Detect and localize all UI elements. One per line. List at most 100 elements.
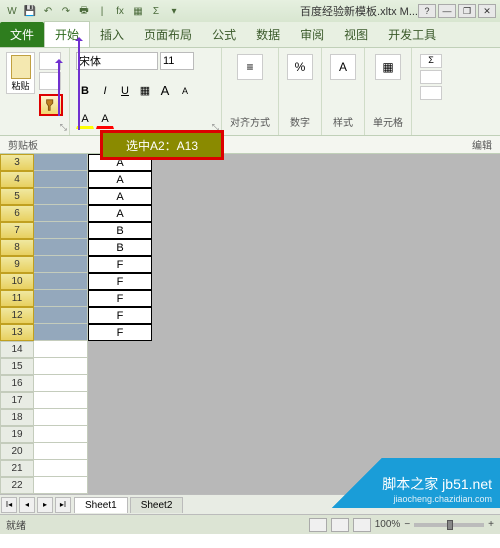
- row-header[interactable]: 13: [0, 324, 34, 341]
- row-header[interactable]: 10: [0, 273, 34, 290]
- cell[interactable]: F: [88, 256, 152, 273]
- zoom-level[interactable]: 100%: [375, 519, 401, 530]
- maximize-button[interactable]: ❐: [458, 4, 476, 18]
- cell[interactable]: A: [88, 188, 152, 205]
- row-header[interactable]: 22: [0, 477, 34, 494]
- cell-selected[interactable]: [34, 188, 88, 205]
- clear-button[interactable]: [420, 86, 442, 100]
- row-header[interactable]: 16: [0, 375, 34, 392]
- sheet-nav-prev[interactable]: ◂: [19, 497, 35, 513]
- cell-selected[interactable]: [34, 171, 88, 188]
- zoom-in-button[interactable]: +: [488, 519, 494, 530]
- fill-button[interactable]: [420, 70, 442, 84]
- redo-icon[interactable]: ↷: [58, 3, 74, 19]
- cell-selected[interactable]: [34, 324, 88, 341]
- row-header[interactable]: 21: [0, 460, 34, 477]
- tab-view[interactable]: 视图: [334, 22, 378, 47]
- row-header[interactable]: 20: [0, 443, 34, 460]
- sum-icon[interactable]: Σ: [148, 3, 164, 19]
- autosum-button[interactable]: Σ: [420, 54, 442, 68]
- view-break-button[interactable]: [353, 518, 371, 532]
- cell[interactable]: F: [88, 324, 152, 341]
- sheet-nav-next[interactable]: ▸: [37, 497, 53, 513]
- clipboard-expand-icon[interactable]: ⤡: [60, 122, 67, 133]
- cell[interactable]: [34, 426, 88, 443]
- sheet-tab-2[interactable]: Sheet2: [130, 497, 184, 513]
- cell[interactable]: [34, 460, 88, 477]
- font-name-select[interactable]: [76, 52, 158, 70]
- cell[interactable]: [34, 409, 88, 426]
- cell-selected[interactable]: [34, 222, 88, 239]
- cell[interactable]: [34, 358, 88, 375]
- cell-selected[interactable]: [34, 307, 88, 324]
- row-header[interactable]: 19: [0, 426, 34, 443]
- row-header[interactable]: 15: [0, 358, 34, 375]
- cell[interactable]: F: [88, 273, 152, 290]
- view-normal-button[interactable]: [309, 518, 327, 532]
- row-header[interactable]: 3: [0, 154, 34, 171]
- sheet-nav-first[interactable]: I◂: [1, 497, 17, 513]
- alignment-icon[interactable]: ≡: [237, 54, 263, 80]
- tab-page-layout[interactable]: 页面布局: [134, 22, 202, 47]
- cell-selected[interactable]: [34, 290, 88, 307]
- cell[interactable]: B: [88, 222, 152, 239]
- cell-selected[interactable]: [34, 239, 88, 256]
- table-icon[interactable]: ▦: [130, 3, 146, 19]
- font-color-button[interactable]: A: [96, 111, 114, 129]
- cell[interactable]: [34, 477, 88, 494]
- tab-file[interactable]: 文件: [0, 22, 44, 47]
- row-header[interactable]: 12: [0, 307, 34, 324]
- cell[interactable]: F: [88, 290, 152, 307]
- cells-icon[interactable]: ▦: [375, 54, 401, 80]
- spreadsheet-grid[interactable]: 34567891011121314151617181920212223 AAAA…: [0, 154, 500, 494]
- underline-button[interactable]: U: [116, 82, 134, 100]
- tab-insert[interactable]: 插入: [90, 22, 134, 47]
- italic-button[interactable]: I: [96, 82, 114, 100]
- cell[interactable]: [34, 341, 88, 358]
- row-header[interactable]: 8: [0, 239, 34, 256]
- sheet-nav-last[interactable]: ▸I: [55, 497, 71, 513]
- cell-selected[interactable]: [34, 205, 88, 222]
- cell[interactable]: [34, 443, 88, 460]
- row-header[interactable]: 9: [0, 256, 34, 273]
- qat-more-icon[interactable]: ▾: [166, 3, 182, 19]
- save-icon[interactable]: 💾: [22, 3, 38, 19]
- cell[interactable]: B: [88, 239, 152, 256]
- styles-icon[interactable]: A: [330, 54, 356, 80]
- tab-formula[interactable]: 公式: [202, 22, 246, 47]
- paste-button[interactable]: 粘贴: [6, 52, 35, 94]
- zoom-out-button[interactable]: −: [404, 519, 410, 530]
- help-button[interactable]: ?: [418, 4, 436, 18]
- percent-icon[interactable]: %: [287, 54, 313, 80]
- zoom-thumb[interactable]: [447, 520, 453, 530]
- font-size-select[interactable]: [160, 52, 194, 70]
- cell-selected[interactable]: [34, 256, 88, 273]
- row-header[interactable]: 17: [0, 392, 34, 409]
- shrink-font-button[interactable]: A: [176, 82, 194, 100]
- row-header[interactable]: 14: [0, 341, 34, 358]
- cell[interactable]: [34, 375, 88, 392]
- print-icon[interactable]: 🖶: [76, 3, 92, 19]
- wps-icon[interactable]: W: [4, 3, 20, 19]
- minimize-button[interactable]: —: [438, 4, 456, 18]
- cell-selected[interactable]: [34, 273, 88, 290]
- row-header[interactable]: 18: [0, 409, 34, 426]
- row-header[interactable]: 6: [0, 205, 34, 222]
- row-header[interactable]: 11: [0, 290, 34, 307]
- cell[interactable]: A: [88, 205, 152, 222]
- tab-developer[interactable]: 开发工具: [378, 22, 446, 47]
- border-button[interactable]: ▦: [136, 82, 154, 100]
- row-header[interactable]: 4: [0, 171, 34, 188]
- close-button[interactable]: ✕: [478, 4, 496, 18]
- view-layout-button[interactable]: [331, 518, 349, 532]
- grow-font-button[interactable]: A: [156, 82, 174, 100]
- tab-home[interactable]: 开始: [44, 21, 90, 47]
- tab-review[interactable]: 审阅: [290, 22, 334, 47]
- cell[interactable]: A: [88, 171, 152, 188]
- undo-icon[interactable]: ↶: [40, 3, 56, 19]
- cell[interactable]: [34, 392, 88, 409]
- row-header[interactable]: 5: [0, 188, 34, 205]
- zoom-slider[interactable]: [414, 523, 484, 527]
- cell-selected[interactable]: [34, 154, 88, 171]
- cell[interactable]: F: [88, 307, 152, 324]
